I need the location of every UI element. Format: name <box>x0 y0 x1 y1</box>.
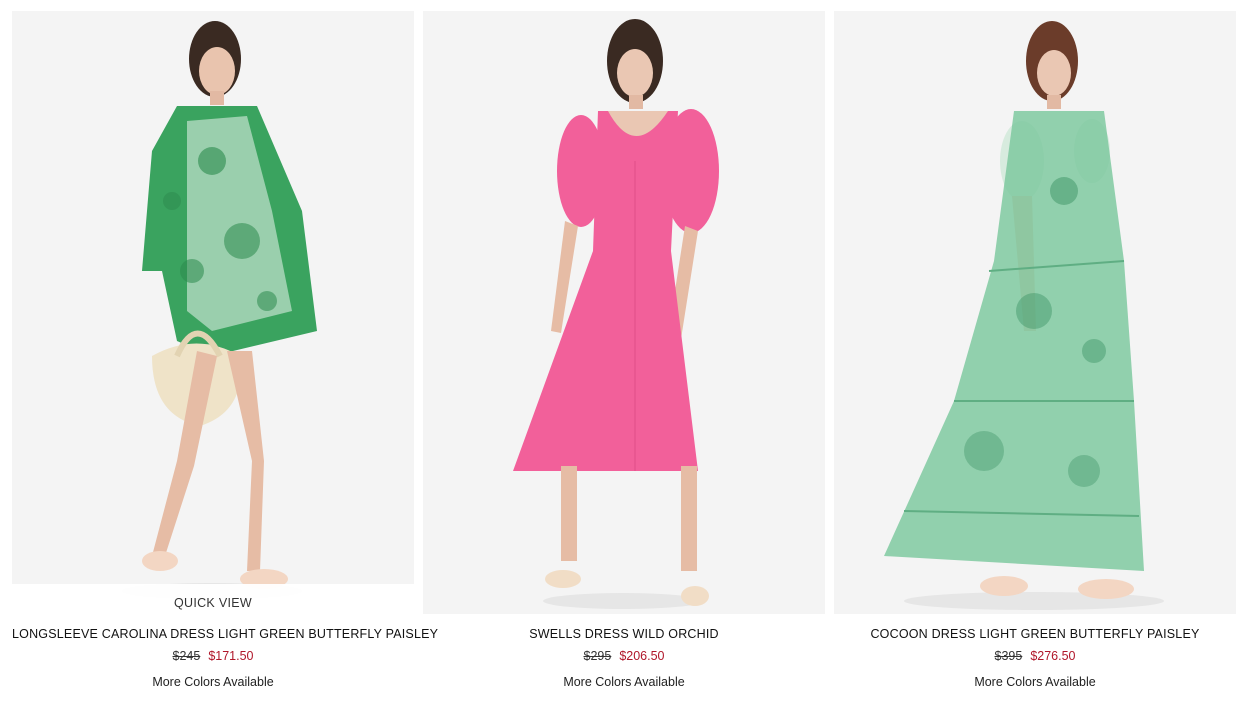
more-colors-link[interactable]: More Colors Available <box>423 675 825 689</box>
product-image[interactable] <box>834 11 1236 614</box>
product-card[interactable]: SWELLS DRESS WILD ORCHID $295 $206.50 Mor… <box>423 11 825 701</box>
original-price: $295 <box>583 649 612 663</box>
product-price: $245 $171.50 <box>12 649 414 663</box>
more-colors-link[interactable]: More Colors Available <box>12 675 414 689</box>
product-title[interactable]: COCOON DRESS LIGHT GREEN BUTTERFLY PAISL… <box>834 627 1236 641</box>
model-illustration <box>884 21 1164 610</box>
model-illustration <box>122 21 317 599</box>
product-image[interactable] <box>423 11 825 614</box>
product-grid: QUICK VIEW LONGSLEEVE CAROLINA DRESS LIG… <box>12 11 1236 703</box>
sale-price: $276.50 <box>1030 649 1076 663</box>
original-price: $245 <box>172 649 201 663</box>
quick-view-button[interactable]: QUICK VIEW <box>12 584 414 622</box>
product-price: $395 $276.50 <box>834 649 1236 663</box>
original-price: $395 <box>994 649 1023 663</box>
sale-price: $171.50 <box>208 649 254 663</box>
product-title[interactable]: SWELLS DRESS WILD ORCHID <box>423 627 825 641</box>
product-price: $295 $206.50 <box>423 649 825 663</box>
product-title[interactable]: LONGSLEEVE CAROLINA DRESS LIGHT GREEN BU… <box>12 627 438 641</box>
sale-price: $206.50 <box>619 649 665 663</box>
model-illustration <box>513 19 719 609</box>
more-colors-link[interactable]: More Colors Available <box>834 675 1236 689</box>
product-image[interactable] <box>12 11 414 614</box>
product-card[interactable]: QUICK VIEW LONGSLEEVE CAROLINA DRESS LIG… <box>12 11 438 701</box>
product-card[interactable]: COCOON DRESS LIGHT GREEN BUTTERFLY PAISL… <box>834 11 1236 701</box>
